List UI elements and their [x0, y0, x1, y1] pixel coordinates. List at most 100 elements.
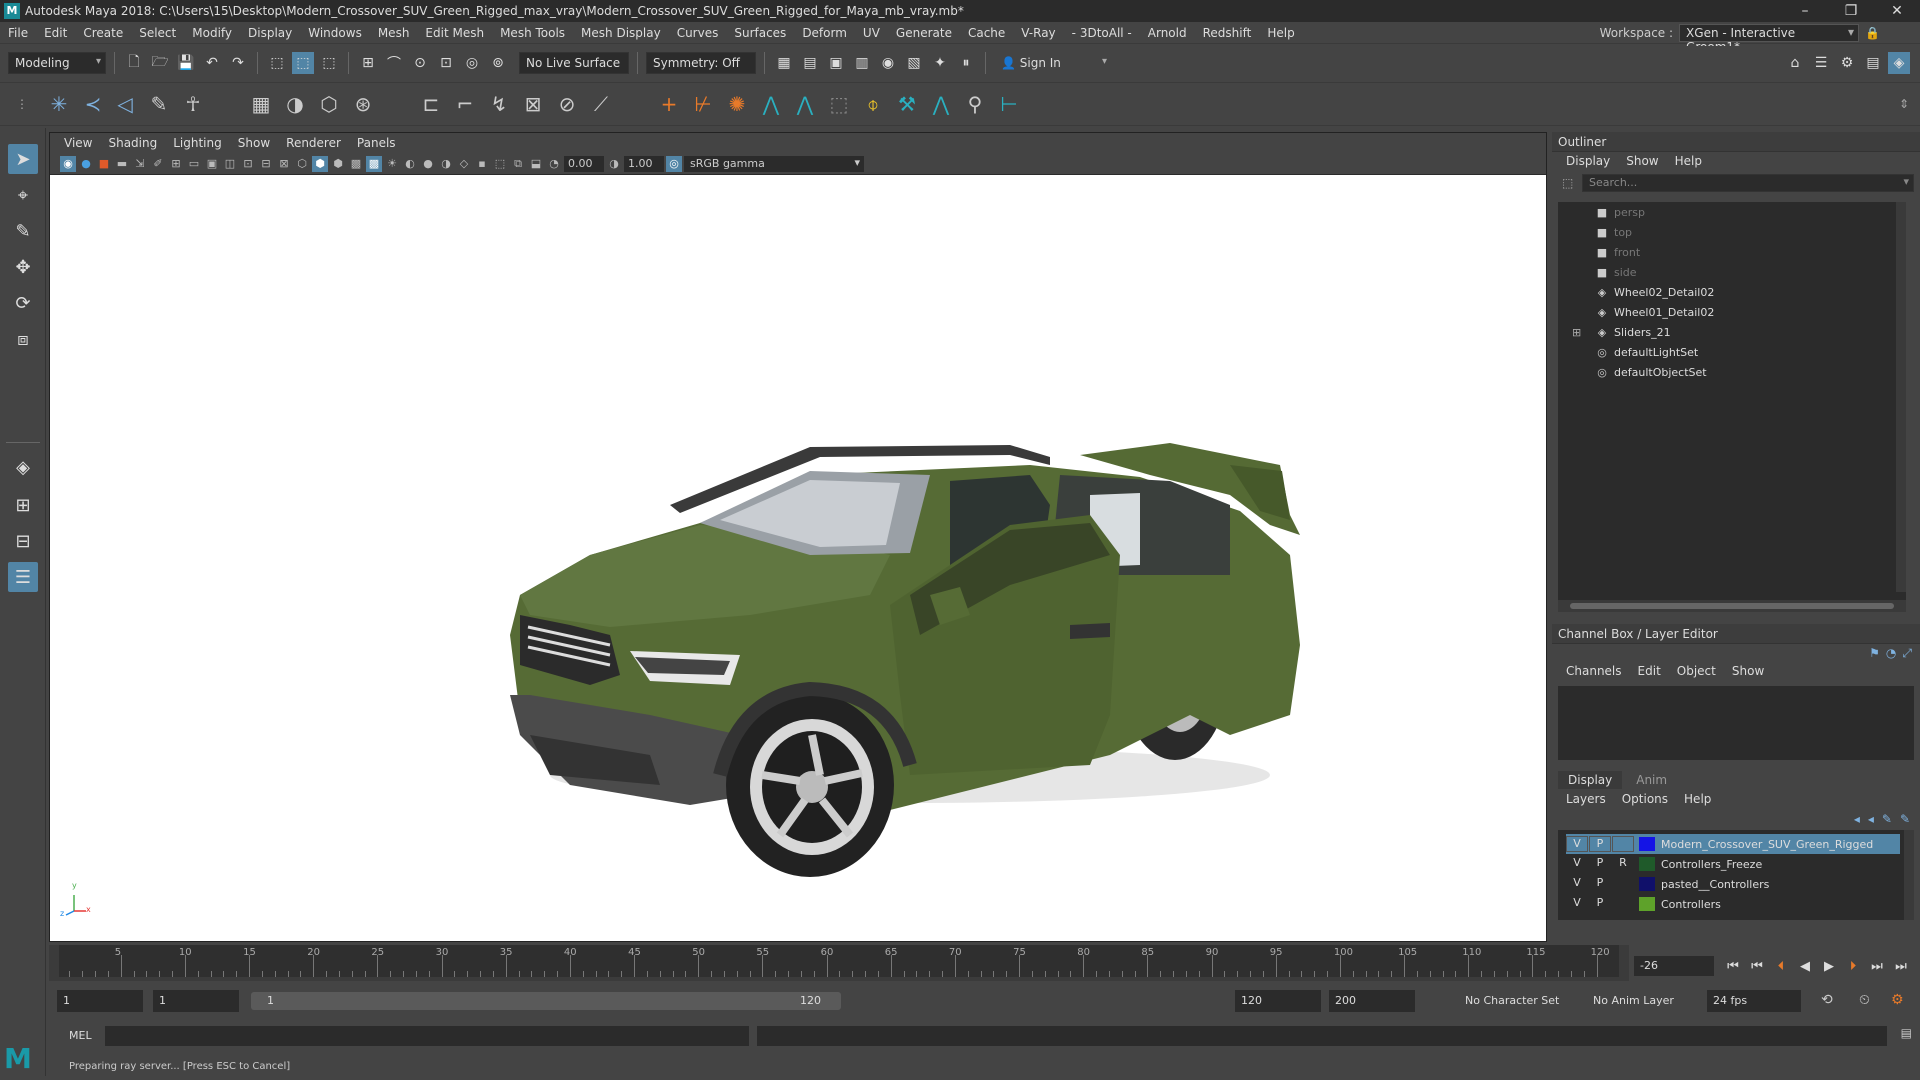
step-back-frame-icon[interactable]: ⏴: [1770, 959, 1792, 974]
layer-playback-toggle[interactable]: P: [1589, 856, 1611, 872]
wireframe-icon[interactable]: ⬡: [294, 156, 310, 172]
close-button[interactable]: ✕: [1874, 0, 1920, 22]
layer-row[interactable]: V P pasted__Controllers: [1566, 874, 1900, 894]
layer-row[interactable]: V P Controllers: [1566, 894, 1900, 914]
locator-icon[interactable]: +: [654, 89, 684, 119]
outliner-menu-show[interactable]: Show: [1618, 154, 1666, 168]
viewport-menu-shading[interactable]: Shading: [100, 136, 165, 150]
film-gate-icon[interactable]: ▭: [186, 156, 202, 172]
outliner-toggle-icon[interactable]: ◈: [1888, 52, 1910, 74]
bookmark-icon[interactable]: ■: [96, 156, 112, 172]
move-layer-down-icon[interactable]: ◂: [1868, 812, 1874, 826]
menu-uv[interactable]: UV: [855, 26, 888, 40]
render-settings-icon[interactable]: ▥: [851, 52, 873, 74]
viewport-canvas[interactable]: y z x: [50, 175, 1546, 941]
layer-visibility-toggle[interactable]: V: [1566, 896, 1588, 912]
viewport-menu-show[interactable]: Show: [230, 136, 278, 150]
range-slider-bar[interactable]: 1 120: [251, 992, 841, 1010]
filter-icon[interactable]: ⬚: [1562, 176, 1573, 190]
snap-view-icon[interactable]: ⊡: [435, 52, 457, 74]
depth-of-field-icon[interactable]: ◇: [456, 156, 472, 172]
2d-pan-zoom-icon[interactable]: ⇲: [132, 156, 148, 172]
textured-icon[interactable]: ▩: [348, 156, 364, 172]
pencil-curve-icon[interactable]: ✎: [144, 89, 174, 119]
render-sequence-icon[interactable]: ▤: [799, 52, 821, 74]
render-view-icon[interactable]: ▣: [825, 52, 847, 74]
layer-list-scrollbar[interactable]: [1904, 830, 1914, 920]
menu-vray[interactable]: V-Ray: [1013, 26, 1063, 40]
shelf-menu-icon[interactable]: ⋮: [12, 89, 32, 119]
channel-box-icon[interactable]: ▤: [1862, 52, 1884, 74]
lock-icon[interactable]: 🔒: [1865, 26, 1880, 40]
menu-file[interactable]: File: [0, 26, 36, 40]
new-empty-layer-icon[interactable]: ✎: [1882, 812, 1892, 826]
list-item[interactable]: ■ persp: [1558, 202, 1906, 222]
menu-help[interactable]: Help: [1259, 26, 1302, 40]
fps-dropdown[interactable]: 24 fps: [1707, 990, 1801, 1012]
extrude-icon[interactable]: ⊏: [416, 89, 446, 119]
select-camera-icon[interactable]: ◉: [60, 155, 76, 172]
poly-sphere-icon[interactable]: ◑: [280, 89, 310, 119]
viewport-menu-panels[interactable]: Panels: [349, 136, 404, 150]
multi-cut-icon[interactable]: ⟋: [586, 89, 616, 119]
joint-tool-icon[interactable]: ⊬: [688, 89, 718, 119]
end-time-field[interactable]: 200: [1329, 990, 1415, 1012]
resolution-gate-icon[interactable]: ▣: [204, 156, 220, 172]
multisample-aa-icon[interactable]: ◑: [438, 156, 454, 172]
layer-row[interactable]: V P R Controllers_Freeze: [1566, 854, 1900, 874]
menu-select[interactable]: Select: [131, 26, 184, 40]
outliner-menu-display[interactable]: Display: [1558, 154, 1618, 168]
menu-create[interactable]: Create: [75, 26, 131, 40]
gate-mask-icon[interactable]: ◫: [222, 156, 238, 172]
menu-generate[interactable]: Generate: [888, 26, 960, 40]
select-component-icon[interactable]: ⬚: [318, 52, 340, 74]
layer-playback-toggle[interactable]: P: [1589, 896, 1611, 912]
tab-display[interactable]: Display: [1558, 771, 1623, 789]
menu-curves[interactable]: Curves: [669, 26, 727, 40]
menu-deform[interactable]: Deform: [794, 26, 855, 40]
snap-surface-icon[interactable]: ◎: [461, 52, 483, 74]
viewport-menu-renderer[interactable]: Renderer: [278, 136, 349, 150]
layer-playback-toggle[interactable]: P: [1589, 836, 1611, 852]
layer-reference-toggle[interactable]: [1612, 836, 1634, 852]
step-forward-frame-icon[interactable]: ⏵: [1842, 959, 1864, 974]
bevel-icon[interactable]: ⌐: [450, 89, 480, 119]
list-item[interactable]: ⊞ ◈ Sliders_21: [1558, 322, 1906, 342]
menu-edit[interactable]: Edit: [36, 26, 75, 40]
grease-pencil-icon[interactable]: ✐: [150, 156, 166, 172]
image-plane-icon[interactable]: ▬: [114, 156, 130, 172]
use-all-lights-icon[interactable]: ▩: [366, 155, 382, 172]
playback-end-field[interactable]: 120: [1235, 990, 1321, 1012]
start-time-field[interactable]: 1: [57, 990, 143, 1012]
layer-color-swatch[interactable]: [1639, 857, 1655, 871]
channel-box-menu-show[interactable]: Show: [1724, 664, 1772, 678]
menu-mesh-tools[interactable]: Mesh Tools: [492, 26, 573, 40]
menu-mesh[interactable]: Mesh: [370, 26, 418, 40]
attribute-editor-icon[interactable]: ◔: [1886, 646, 1896, 661]
color-management-icon[interactable]: ◎: [666, 155, 682, 172]
menu-set-dropdown[interactable]: Modeling ▾: [8, 52, 106, 74]
loop-icon[interactable]: ⟲: [1821, 992, 1833, 1008]
layer-color-swatch[interactable]: [1639, 877, 1655, 891]
bezier-icon[interactable]: ◁: [110, 89, 140, 119]
modeling-toolkit-icon[interactable]: ⌂: [1784, 52, 1806, 74]
field-chart-icon[interactable]: ⊡: [240, 156, 256, 172]
xray-joints-icon[interactable]: ⧉: [510, 156, 526, 172]
shelf-scroll-icon[interactable]: ⇕: [1896, 89, 1912, 119]
layer-visibility-toggle[interactable]: V: [1566, 876, 1588, 892]
layer-visibility-toggle[interactable]: V: [1566, 836, 1588, 852]
lasso-tool-icon[interactable]: ⌖: [8, 180, 38, 210]
new-scene-icon[interactable]: 🗋: [123, 52, 145, 74]
playback-start-field[interactable]: 1: [153, 990, 239, 1012]
motion-blur-icon[interactable]: ●: [420, 156, 436, 172]
minimize-button[interactable]: –: [1782, 0, 1828, 22]
menu-cache[interactable]: Cache: [960, 26, 1013, 40]
menu-modify[interactable]: Modify: [184, 26, 240, 40]
ik-handle-icon[interactable]: ⋀: [756, 89, 786, 119]
ep-curve-icon[interactable]: ≺: [78, 89, 108, 119]
list-item[interactable]: ■ front: [1558, 242, 1906, 262]
layer-visibility-toggle[interactable]: V: [1566, 856, 1588, 872]
outliner-search-input[interactable]: Search... ▾: [1582, 174, 1914, 192]
gamma-icon[interactable]: ◑: [606, 156, 622, 172]
suv-model[interactable]: [50, 175, 1546, 941]
